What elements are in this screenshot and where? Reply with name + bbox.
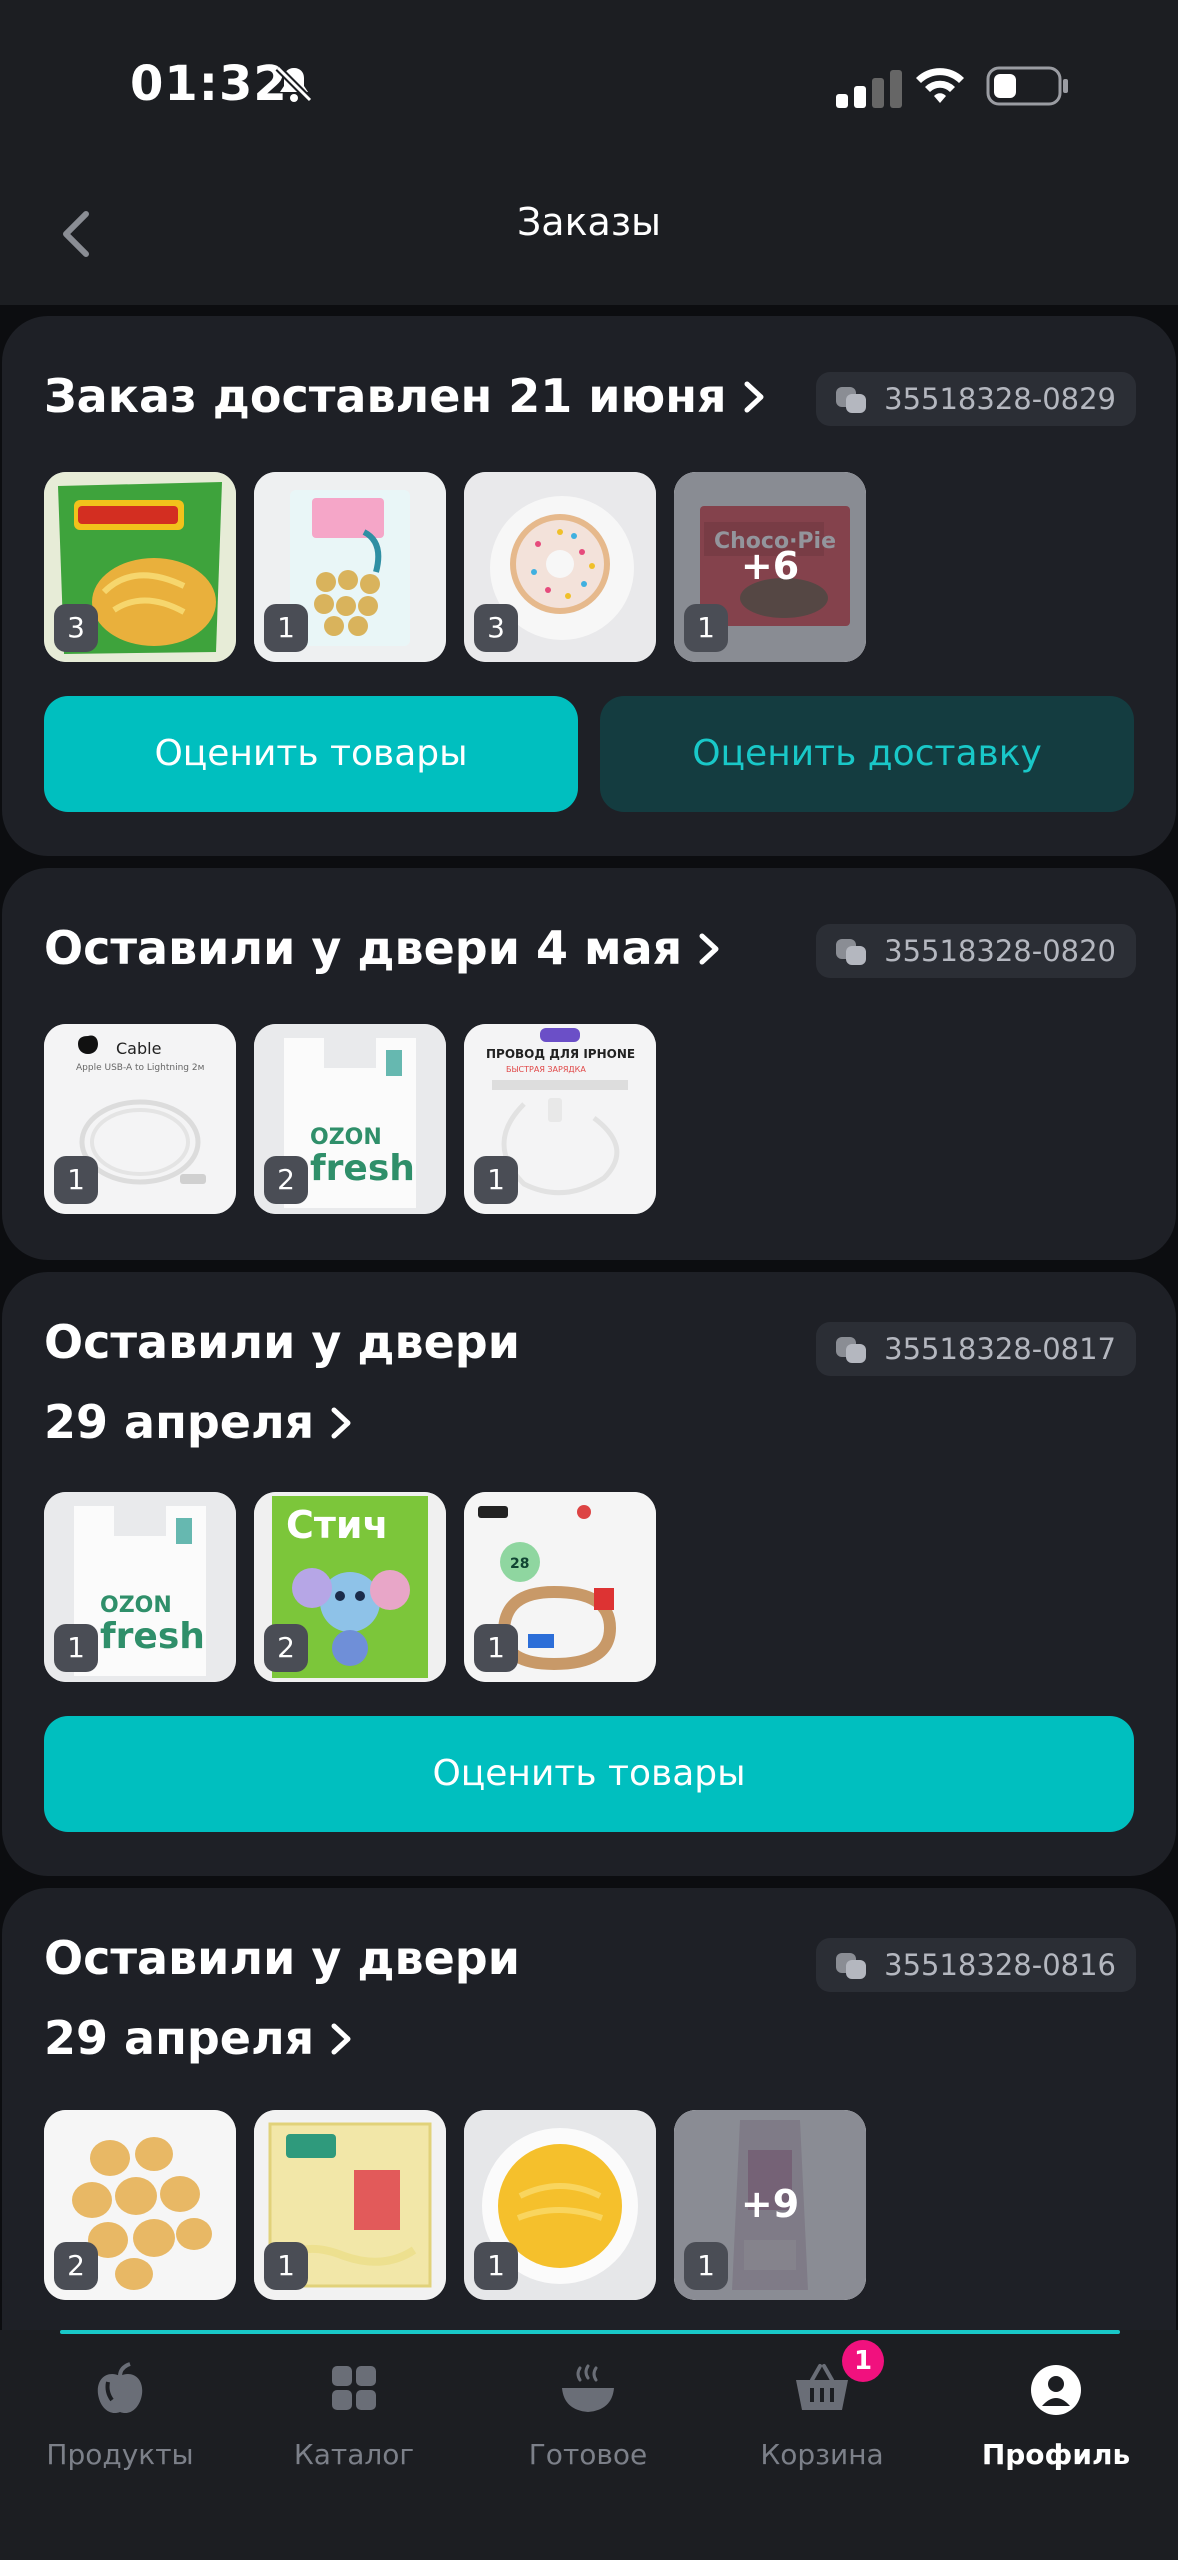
item-thumb[interactable]: Стич 2 <box>254 1492 446 1682</box>
order-number-badge[interactable]: 35518328-0816 <box>816 1938 1136 1992</box>
item-thumb[interactable]: OZON fresh 1 <box>44 1492 236 1682</box>
item-quantity: 1 <box>264 2242 308 2290</box>
rate-items-button[interactable]: Оценить товары <box>44 1716 1134 1832</box>
copy-icon <box>836 1337 867 1363</box>
copy-icon <box>836 939 867 965</box>
tab-bar-accent-line <box>60 2330 1120 2334</box>
item-quantity: 1 <box>474 1624 518 1672</box>
item-thumb[interactable]: OZON fresh 2 <box>254 1024 446 1214</box>
tab-label: Продукты <box>46 2438 194 2471</box>
tab-label: Каталог <box>293 2438 415 2471</box>
tab-label: Готовое <box>528 2438 648 2471</box>
item-quantity: 3 <box>54 604 98 652</box>
item-quantity: 2 <box>54 2242 98 2290</box>
item-thumb[interactable]: 2 <box>44 2110 236 2300</box>
pieces-count: 28 <box>510 1556 529 1572</box>
item-thumb[interactable]: 1 <box>254 472 446 662</box>
item-quantity: 1 <box>54 1156 98 1204</box>
order-card[interactable]: Заказ доставлен 21 июня 35518328-0829 3 <box>2 316 1176 856</box>
order-title[interactable]: Оставили у двери 29 апреля <box>44 1918 520 2078</box>
wifi-icon <box>916 68 964 103</box>
item-quantity: 1 <box>684 604 728 652</box>
item-quantity: 1 <box>474 2242 518 2290</box>
item-quantity: 1 <box>264 604 308 652</box>
rate-items-button[interactable]: Оценить товары <box>44 696 578 812</box>
bag-brand: OZON <box>310 1125 382 1150</box>
book-title: Стич <box>286 1503 389 1547</box>
chevron-right-icon <box>331 1407 351 1439</box>
grid-icon <box>332 2366 376 2410</box>
cable-label: Cable <box>116 1039 161 1058</box>
nav-bar: Заказы <box>0 170 1178 305</box>
order-title[interactable]: Заказ доставлен 21 июня <box>44 356 767 436</box>
item-thumb[interactable]: 1 <box>254 2110 446 2300</box>
battery-icon <box>986 66 1068 106</box>
gqbox-caption: ПРОВОД ДЛЯ IPHONE <box>486 1047 635 1061</box>
tab-label: Профиль <box>981 2438 1131 2471</box>
tab-profile[interactable]: Профиль <box>946 2360 1166 2471</box>
signal-icon <box>836 70 902 108</box>
item-thumb[interactable]: 3 <box>464 472 656 662</box>
more-items-count: +6 <box>740 544 800 588</box>
tab-label: Корзина <box>760 2438 884 2471</box>
item-quantity: 3 <box>474 604 518 652</box>
tab-catalog[interactable]: Каталог <box>244 2360 464 2471</box>
chevron-right-icon <box>699 933 719 965</box>
status-bar: 01:32 <box>0 0 1178 170</box>
item-thumb[interactable]: +9 1 <box>674 2110 866 2300</box>
tab-cart[interactable]: Корзина <box>712 2360 932 2471</box>
apple-icon <box>97 2362 143 2414</box>
profile-icon <box>1031 2365 1081 2415</box>
order-number-badge[interactable]: 35518328-0817 <box>816 1322 1136 1376</box>
item-quantity: 1 <box>684 2242 728 2290</box>
more-items-count: +9 <box>740 2182 800 2226</box>
status-time: 01:32 <box>130 56 288 112</box>
order-title[interactable]: Оставили у двери 4 мая <box>44 908 722 988</box>
cart-count-badge: 1 <box>842 2340 884 2382</box>
rate-delivery-button[interactable]: Оценить доставку <box>600 696 1134 812</box>
order-number-badge[interactable]: 35518328-0820 <box>816 924 1136 978</box>
item-quantity: 2 <box>264 1624 308 1672</box>
copy-icon <box>836 387 867 413</box>
item-thumb[interactable]: Cable Apple USB-A to Lightning 2м 1 <box>44 1024 236 1214</box>
item-quantity: 1 <box>54 1624 98 1672</box>
item-thumb[interactable]: Choco·Pie +6 1 <box>674 472 866 662</box>
chevron-right-icon <box>744 381 764 413</box>
chevron-right-icon <box>331 2023 351 2055</box>
page-title: Заказы <box>516 200 662 244</box>
bag-brand-2: fresh <box>310 1148 415 1189</box>
order-card[interactable]: Оставили у двери 4 мая 35518328-0820 Cab… <box>2 868 1176 1260</box>
bag-brand-2: fresh <box>100 1616 205 1657</box>
bell-muted-icon <box>275 65 313 103</box>
item-thumb[interactable]: 1 <box>464 2110 656 2300</box>
item-thumb[interactable]: 3 <box>44 472 236 662</box>
bag-brand: OZON <box>100 1593 172 1618</box>
order-number-badge[interactable]: 35518328-0829 <box>816 372 1136 426</box>
item-quantity: 2 <box>264 1156 308 1204</box>
tab-ready-food[interactable]: Готовое <box>478 2360 698 2471</box>
svg-text:БЫСТРАЯ ЗАРЯДКА: БЫСТРАЯ ЗАРЯДКА <box>506 1065 586 1074</box>
tab-products[interactable]: Продукты <box>10 2360 230 2471</box>
item-thumb[interactable]: 28 1 <box>464 1492 656 1682</box>
order-card[interactable]: Оставили у двери 29 апреля 35518328-0817… <box>2 1272 1176 1876</box>
copy-icon <box>836 1953 867 1979</box>
hot-bowl-icon <box>562 2364 614 2412</box>
order-title[interactable]: Оставили у двери 29 апреля <box>44 1302 520 1462</box>
cable-caption: Apple USB-A to Lightning 2м <box>76 1063 204 1073</box>
item-thumb[interactable]: ПРОВОД ДЛЯ IPHONE БЫСТРАЯ ЗАРЯДКА 1 <box>464 1024 656 1214</box>
item-quantity: 1 <box>474 1156 518 1204</box>
